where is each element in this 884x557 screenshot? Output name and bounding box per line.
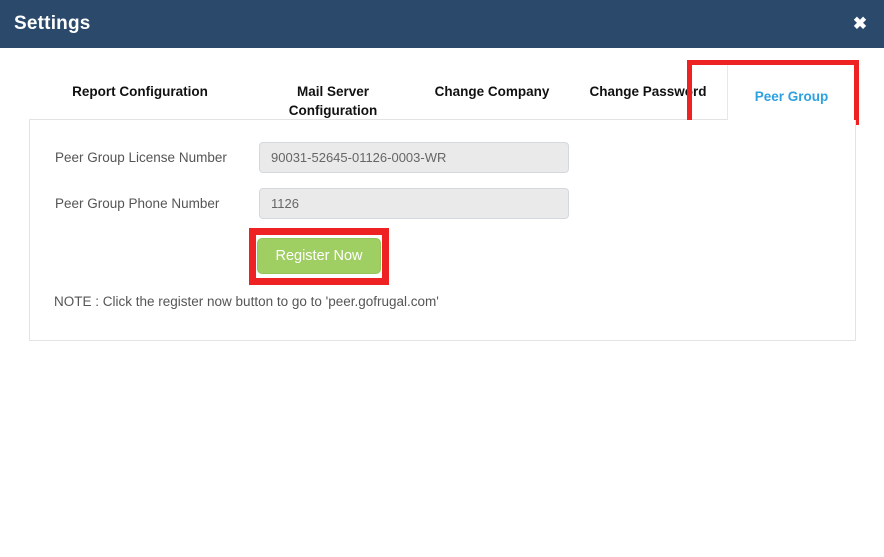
input-peer-group-phone-number[interactable] [259,188,569,219]
tab-peer-group[interactable]: Peer Group [727,62,856,120]
tab-report-configuration[interactable]: Report Configuration [29,62,251,101]
register-note-text: NOTE : Click the register now button to … [54,294,439,309]
settings-tabstrip: Report Configuration Mail Server Configu… [29,62,856,120]
label-peer-group-phone-number: Peer Group Phone Number [55,196,220,211]
form-row-phone-number: Peer Group Phone Number [30,188,855,220]
tab-change-password[interactable]: Change Password [569,62,727,101]
window-titlebar: Settings ✖ [0,0,884,48]
close-icon[interactable]: ✖ [850,14,870,34]
input-peer-group-license-number[interactable] [259,142,569,173]
label-peer-group-license-number: Peer Group License Number [55,150,227,165]
form-row-license-number: Peer Group License Number [30,142,855,174]
tab-change-company[interactable]: Change Company [415,62,569,101]
register-now-button[interactable]: Register Now [257,238,381,274]
tab-mail-server-configuration[interactable]: Mail Server Configuration [251,62,415,120]
window-title: Settings [14,13,91,34]
tab-list: Report Configuration Mail Server Configu… [29,62,856,120]
